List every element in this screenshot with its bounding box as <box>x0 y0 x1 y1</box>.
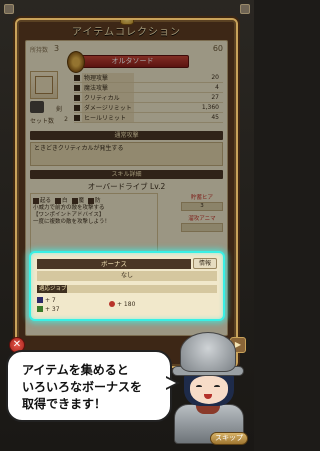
weapon-type-icon <box>30 101 44 113</box>
skill-tag: 魔 <box>71 196 84 204</box>
skill-side-panel: 貯蓄ヒア 3 溜攻アニマ <box>181 193 223 235</box>
bonus-value: + 37 <box>37 306 60 313</box>
stat-name: 魔法攻撃 <box>82 83 134 92</box>
set-count-row: セット数 2 <box>30 116 70 125</box>
stat-icon <box>74 94 80 101</box>
item-name-banner: オルタソード <box>67 51 189 73</box>
stat-name: ダメージリミット <box>82 103 134 112</box>
set-label: セット数 <box>30 118 55 125</box>
skill-tag: 白 <box>55 196 68 204</box>
stats-list: 物理攻撃 20 魔法攻撃 4 クリティカル 27 ダメージリミット 1,360 … <box>74 73 223 123</box>
owned-label: 所持数 <box>30 47 49 54</box>
stat-row: 魔法攻撃 4 <box>74 83 223 93</box>
stat-name: ヒールリミット <box>82 113 134 122</box>
rarity-emblem-icon <box>67 51 85 73</box>
owned-left-value: 3 <box>54 44 60 53</box>
job-row: 適応ジョブ <box>37 284 217 294</box>
heart-icon <box>109 301 115 307</box>
stat-row: クリティカル 27 <box>74 93 223 103</box>
stat-icon <box>74 84 80 91</box>
job-bar <box>67 285 217 293</box>
skill-tags: 起る 白 魔 防 <box>33 196 101 204</box>
stat-icon <box>74 114 80 121</box>
job-label: 適応ジョブ <box>37 285 69 293</box>
stat-row: ヒールリミット 45 <box>74 113 223 123</box>
stat-value: 4 <box>215 84 219 91</box>
sword-icon <box>37 297 43 303</box>
stat-value: 27 <box>211 94 219 101</box>
menu-icon[interactable] <box>240 4 250 14</box>
skill-description: 小威力で前方の敵を攻撃する 【ワンポイントアドバイス】 一度に複数の敵を攻撃しよ… <box>33 205 111 225</box>
weapon-type-label: 剣 <box>56 106 63 113</box>
tutorial-speech-bubble: アイテムを集めると いろいろなボーナスを 取得できます！ <box>6 350 180 422</box>
skill-tag: 起る <box>33 196 51 204</box>
stat-name: クリティカル <box>82 93 134 102</box>
stat-value: 45 <box>211 114 219 121</box>
side-value-1: 3 <box>181 202 223 211</box>
bonus-value: + 7 <box>37 297 56 304</box>
owned-right-value: 60 <box>212 44 223 53</box>
page-title: アイテムコレクション <box>72 27 181 38</box>
skill-name: オーバードライブ Lv.2 <box>87 182 166 191</box>
tutorial-message: アイテムを集めると いろいろなボーナスを 取得できます！ <box>22 363 143 411</box>
stat-icon <box>74 74 80 81</box>
staff-icon <box>37 306 43 312</box>
skill-detail-header: スキル詳細 <box>30 170 223 179</box>
set-value: 2 <box>64 116 68 123</box>
stat-value: 20 <box>211 74 219 81</box>
stat-row: 物理攻撃 20 <box>74 73 223 83</box>
owned-count-row: 所持数 3 60 <box>26 44 227 55</box>
skill-tag: 防 <box>88 196 101 204</box>
normal-attack-header: 通常攻撃 <box>30 131 223 140</box>
stat-icon <box>74 104 80 111</box>
item-image <box>35 76 53 94</box>
bonus-header: ボーナス <box>37 259 191 269</box>
back-icon[interactable] <box>4 4 14 14</box>
side-label-2: 溜攻アニマ <box>188 216 216 222</box>
character-face <box>190 376 228 404</box>
item-name: オルタソード <box>111 57 154 65</box>
bonus-none-text: なし <box>37 271 217 281</box>
skip-button[interactable]: スキップ <box>210 432 248 445</box>
character-helmet <box>180 332 236 372</box>
stat-name: 物理攻撃 <box>82 73 134 82</box>
bonus-info-button[interactable]: 情報 <box>193 258 217 269</box>
item-portrait <box>30 71 58 99</box>
stat-row: ダメージリミット 1,360 <box>74 103 223 113</box>
skill-info-box: 起る 白 魔 防 小威力で前方の敵を攻撃する 【ワンポイントアドバイス】 一度に… <box>30 193 158 253</box>
side-label-1: 貯蓄ヒア <box>190 195 213 201</box>
normal-attack-description: ときどきクリティカルが発生する <box>30 142 223 166</box>
stat-value: 1,360 <box>201 104 219 111</box>
bonus-value: + 180 <box>109 301 135 308</box>
bonus-highlight: ボーナス 情報 なし 適応ジョブ + 7 + 37 + 180 <box>29 251 225 321</box>
side-value-2 <box>181 223 223 232</box>
tutorial-character <box>166 332 250 444</box>
